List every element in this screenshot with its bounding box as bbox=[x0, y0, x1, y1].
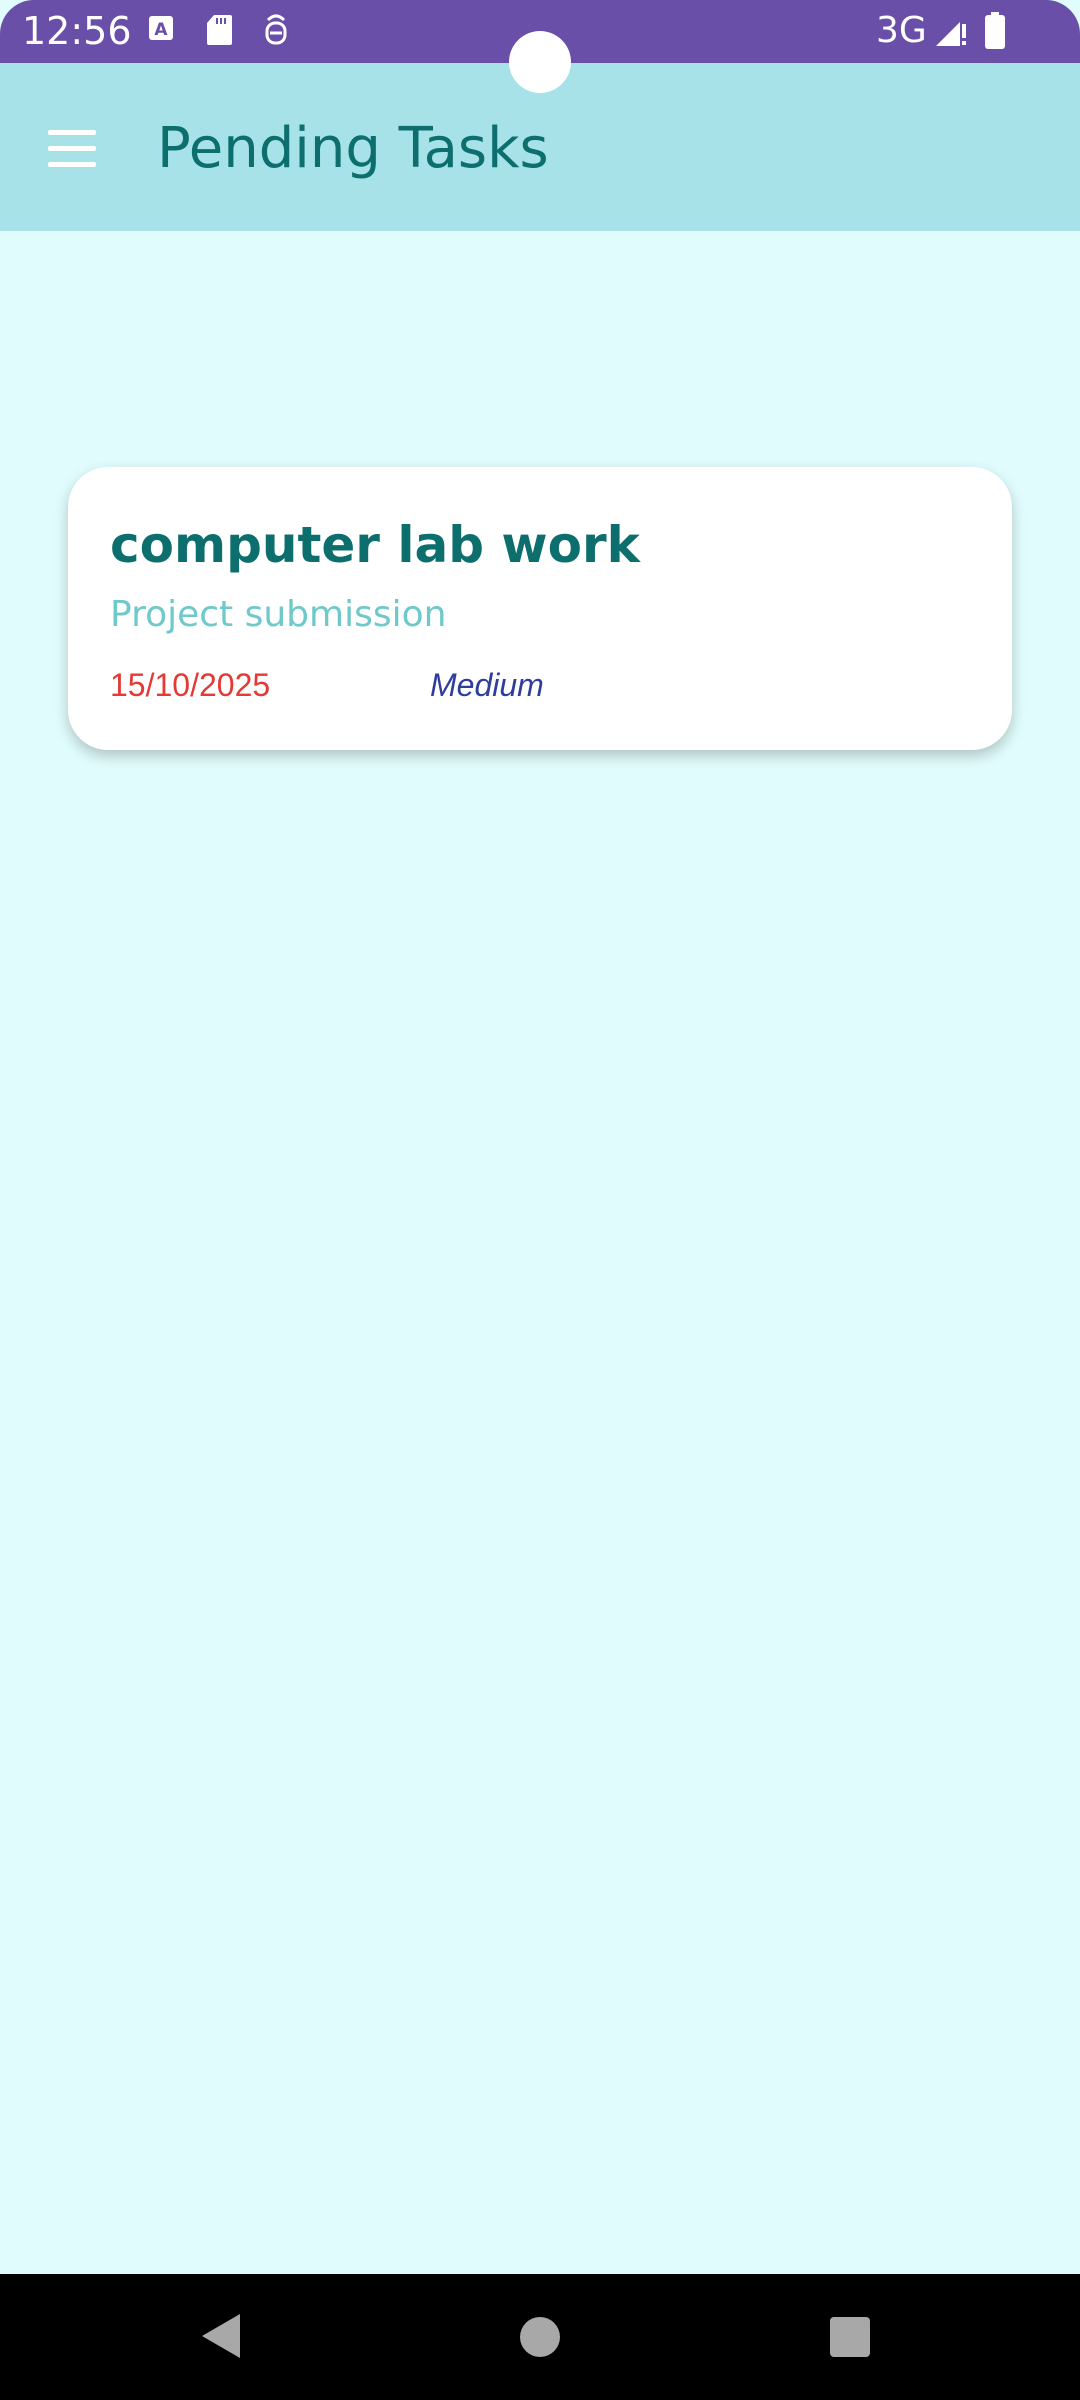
camera-cutout bbox=[509, 31, 571, 93]
task-priority: Medium bbox=[430, 667, 544, 703]
task-due-date: 15/10/2025 bbox=[110, 667, 271, 703]
task-title: computer lab work bbox=[110, 516, 640, 574]
accessibility-icon: A bbox=[148, 14, 174, 49]
recents-icon[interactable] bbox=[830, 2317, 870, 2357]
navigation-bar bbox=[0, 2274, 1080, 2400]
svg-text:A: A bbox=[154, 20, 168, 40]
back-icon[interactable] bbox=[202, 2314, 240, 2358]
sd-card-icon bbox=[206, 14, 232, 51]
network-type: 3G bbox=[876, 10, 927, 51]
status-time: 12:56 bbox=[22, 9, 132, 53]
task-card[interactable]: computer lab work Project submission 15/… bbox=[68, 467, 1012, 750]
home-icon[interactable] bbox=[520, 2317, 560, 2357]
page-title: Pending Tasks bbox=[157, 116, 549, 181]
task-description: Project submission bbox=[110, 594, 447, 635]
signal-icon bbox=[934, 14, 968, 53]
hamburger-menu-icon[interactable] bbox=[36, 113, 108, 185]
battery-icon bbox=[984, 12, 1006, 55]
debug-icon bbox=[262, 14, 290, 53]
